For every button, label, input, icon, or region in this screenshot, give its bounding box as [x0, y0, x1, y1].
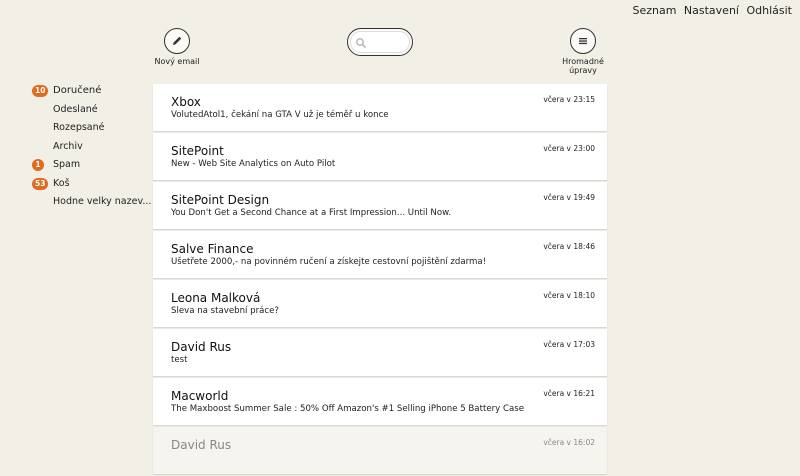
email-row[interactable]: Xbox VolutedAtol1, čekání na GTA V už je… — [153, 84, 607, 131]
email-subject: test — [171, 355, 188, 365]
search-input[interactable] — [367, 32, 407, 52]
email-row[interactable]: SitePoint New - Web Site Analytics on Au… — [153, 133, 607, 180]
email-subject: New - Web Site Analytics on Auto Pilot — [171, 159, 336, 169]
sidebar-item-label: Rozepsané — [53, 122, 105, 133]
sidebar-item-drafts[interactable]: Rozepsané — [32, 119, 147, 138]
email-subject: Sleva na stavební práce? — [171, 306, 279, 316]
email-subject: You Don't Get a Second Chance at a First… — [171, 208, 452, 218]
email-row[interactable]: Macworld The Maxboost Summer Sale : 50% … — [153, 378, 607, 425]
compose-label: Nový email — [154, 57, 200, 66]
email-time: včera v 17:03 — [543, 340, 595, 349]
sidebar-item-custom-folder[interactable]: Hodne velky nazev... — [32, 193, 151, 212]
sidebar-item-label: Doručené — [53, 85, 102, 96]
sidebar-item-inbox[interactable]: 10 Doručené — [32, 82, 147, 101]
sidebar-item-sent[interactable]: Odeslané — [32, 101, 147, 120]
menu-icon — [579, 38, 587, 45]
unread-badge: 10 — [32, 85, 49, 97]
email-sender: Xbox — [171, 95, 201, 109]
email-row[interactable]: Leona Malková Sleva na stavební práce? v… — [153, 280, 607, 327]
link-odhlasit[interactable]: Odhlásit — [746, 4, 792, 17]
sidebar-item-label: Koš — [53, 177, 70, 189]
folder-sidebar: 10 Doručené Odeslané Rozepsané Archiv 1 … — [32, 82, 151, 212]
top-links: Seznam Nastavení Odhlásit — [628, 4, 792, 17]
email-sender: SitePoint — [171, 144, 224, 158]
sidebar-item-label: Archiv — [53, 140, 83, 152]
email-time: včera v 23:00 — [543, 144, 595, 153]
email-row[interactable]: David Rus test včera v 17:03 — [153, 329, 607, 376]
bulk-edit-circle[interactable] — [570, 28, 596, 54]
link-nastaveni[interactable]: Nastavení — [684, 4, 739, 17]
email-sender: Salve Finance — [171, 242, 254, 256]
email-sender: Leona Malková — [171, 291, 261, 305]
unread-badge: 1 — [32, 159, 44, 171]
email-sender: David Rus — [171, 340, 232, 354]
compose-circle[interactable] — [164, 28, 190, 54]
pencil-icon — [173, 36, 182, 45]
email-list: Xbox VolutedAtol1, čekání na GTA V už je… — [153, 84, 607, 476]
sidebar-item-trash[interactable]: 53 Koš — [32, 175, 147, 194]
search-box[interactable] — [347, 28, 413, 56]
email-row[interactable]: David Rus včera v 16:02 — [153, 427, 607, 474]
email-subject: The Maxboost Summer Sale : 50% Off Amazo… — [171, 404, 524, 414]
email-row[interactable]: Salve Finance Ušetřete 2000,- na povinné… — [153, 231, 607, 278]
email-time: včera v 23:15 — [543, 95, 595, 104]
sidebar-item-label: Spam — [53, 159, 81, 170]
email-row[interactable]: SitePoint Design You Don't Get a Second … — [153, 182, 607, 229]
email-time: včera v 19:49 — [543, 193, 595, 202]
search-icon — [355, 37, 367, 49]
sidebar-item-label: Odeslané — [53, 103, 98, 115]
compose-button[interactable]: Nový email — [151, 28, 203, 66]
sidebar-item-archive[interactable]: Archiv — [32, 138, 147, 157]
email-time: včera v 16:02 — [543, 438, 595, 447]
bulk-edit-button[interactable]: Hromadné úpravy — [556, 28, 610, 75]
link-seznam[interactable]: Seznam — [632, 4, 676, 17]
email-time: včera v 18:10 — [543, 291, 595, 300]
email-sender: SitePoint Design — [171, 193, 270, 207]
sidebar-item-spam[interactable]: 1 Spam — [32, 156, 147, 175]
unread-badge: 53 — [32, 177, 49, 190]
email-time: včera v 16:21 — [543, 389, 595, 398]
bulk-edit-label: Hromadné úpravy — [562, 57, 604, 75]
sidebar-item-label: Hodne velky nazev... — [53, 196, 152, 207]
email-time: včera v 18:46 — [543, 242, 595, 251]
email-subject: VolutedAtol1, čekání na GTA V už je témě… — [171, 110, 389, 120]
email-sender: Macworld — [171, 389, 229, 403]
email-subject: Ušetřete 2000,- na povinném ručení a zís… — [171, 257, 487, 267]
